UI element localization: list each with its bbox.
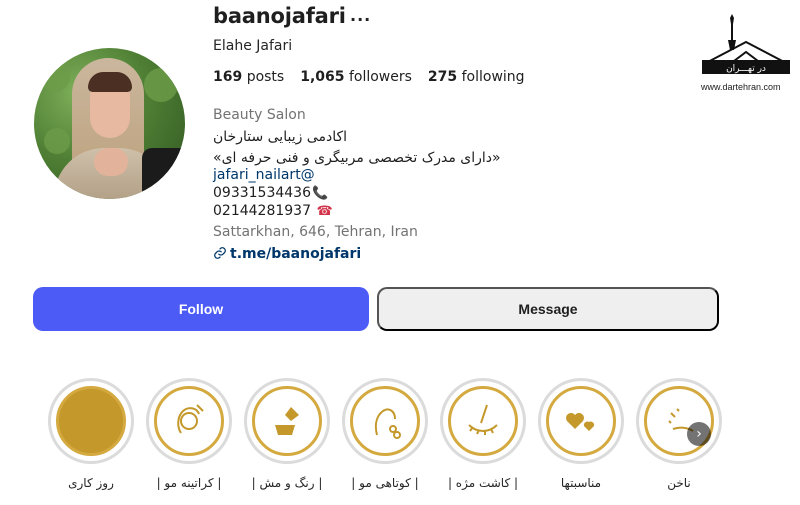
highlight-ring (342, 378, 428, 464)
highlight-cover (546, 386, 616, 456)
highlight-cover (448, 386, 518, 456)
more-icon[interactable]: ··· (350, 10, 371, 29)
phone-icon: 📞 (311, 186, 329, 201)
story-highlight[interactable]: | رنگ و مش | (244, 378, 330, 490)
watermark-url: www.dartehran.com (701, 82, 781, 92)
eyelash-icon (468, 404, 498, 435)
highlight-cover (644, 386, 714, 456)
following-label: following (461, 69, 525, 85)
highlight-label: ناخن (667, 476, 691, 490)
bio-line: اکادمی زیبایی ستارخان (213, 129, 348, 145)
posts-count: 169 (213, 69, 243, 85)
avatar-leaf (144, 68, 178, 102)
phone-number: 09331534436 (213, 185, 311, 201)
highlight-cover (252, 386, 322, 456)
bio-mention-link[interactable]: jafari_nailart@ (213, 167, 315, 183)
hearts-icon (566, 413, 595, 431)
profile-full-name: Elahe Jafari (213, 38, 293, 54)
story-highlight[interactable]: ناخن (636, 378, 722, 490)
message-button[interactable]: Message (377, 287, 719, 331)
story-highlight[interactable]: | کراتینه مو | (146, 378, 232, 490)
highlight-ring (244, 378, 330, 464)
link-icon (214, 247, 226, 259)
haircut-scissors-icon (374, 408, 401, 439)
highlight-cover (154, 386, 224, 456)
profile-website-link[interactable]: t.me/baanojafari (213, 246, 361, 262)
highlight-ring (440, 378, 526, 464)
posts-label: posts (246, 69, 285, 85)
avatar-leaf (40, 62, 70, 92)
profile-avatar[interactable] (34, 48, 185, 199)
story-highlight[interactable]: روز کاری (48, 378, 134, 490)
highlight-ring (636, 378, 722, 464)
followers-label: followers (348, 69, 412, 85)
story-highlight[interactable]: | کاشت مژه | (440, 378, 526, 490)
following-stat[interactable]: 275 following (428, 69, 525, 85)
profile-category: Beauty Salon (213, 107, 306, 123)
highlight-ring (538, 378, 624, 464)
following-count: 275 (427, 69, 458, 85)
highlights-next-arrow-icon[interactable]: › (687, 422, 711, 446)
avatar-dark-clothing (142, 148, 182, 199)
avatar-leaf (44, 128, 70, 154)
hair-dye-brush-icon (275, 407, 299, 435)
profile-stats: 169 posts 1,065 followers 275 following (213, 69, 541, 85)
follow-button[interactable]: Follow (33, 287, 369, 331)
highlight-ring (48, 378, 134, 464)
bio-phone-mobile: 09331534436📞 (213, 185, 328, 201)
bio-line: «دارای مدرک تخصصی مربیگری و فنی حرفه ای» (213, 150, 501, 166)
gold-circle-icon (56, 386, 126, 456)
link-text: t.me/baanojafari (230, 246, 362, 262)
posts-stat[interactable]: 169 posts (213, 69, 284, 85)
followers-count: 1,065 (300, 69, 345, 85)
story-highlight[interactable]: مناسبتها (538, 378, 624, 490)
highlight-ring (146, 378, 232, 464)
highlight-cover (350, 386, 420, 456)
story-highlight[interactable]: | کوتاهی مو | (342, 378, 428, 490)
hair-face-icon (177, 404, 204, 434)
telephone-icon: ☎ (316, 204, 333, 219)
avatar-hair (88, 72, 132, 92)
profile-username: baanojafari (213, 4, 346, 28)
avatar-hand (94, 148, 128, 176)
profile-address[interactable]: Sattarkhan, 646, Tehran, Iran (213, 224, 418, 240)
bio-phone-landline: 02144281937 ☎ (213, 203, 333, 219)
followers-stat[interactable]: 1,065 followers (300, 69, 412, 85)
watermark-text: در تهـــران (726, 64, 766, 74)
phone-number: 02144281937 (213, 203, 311, 219)
